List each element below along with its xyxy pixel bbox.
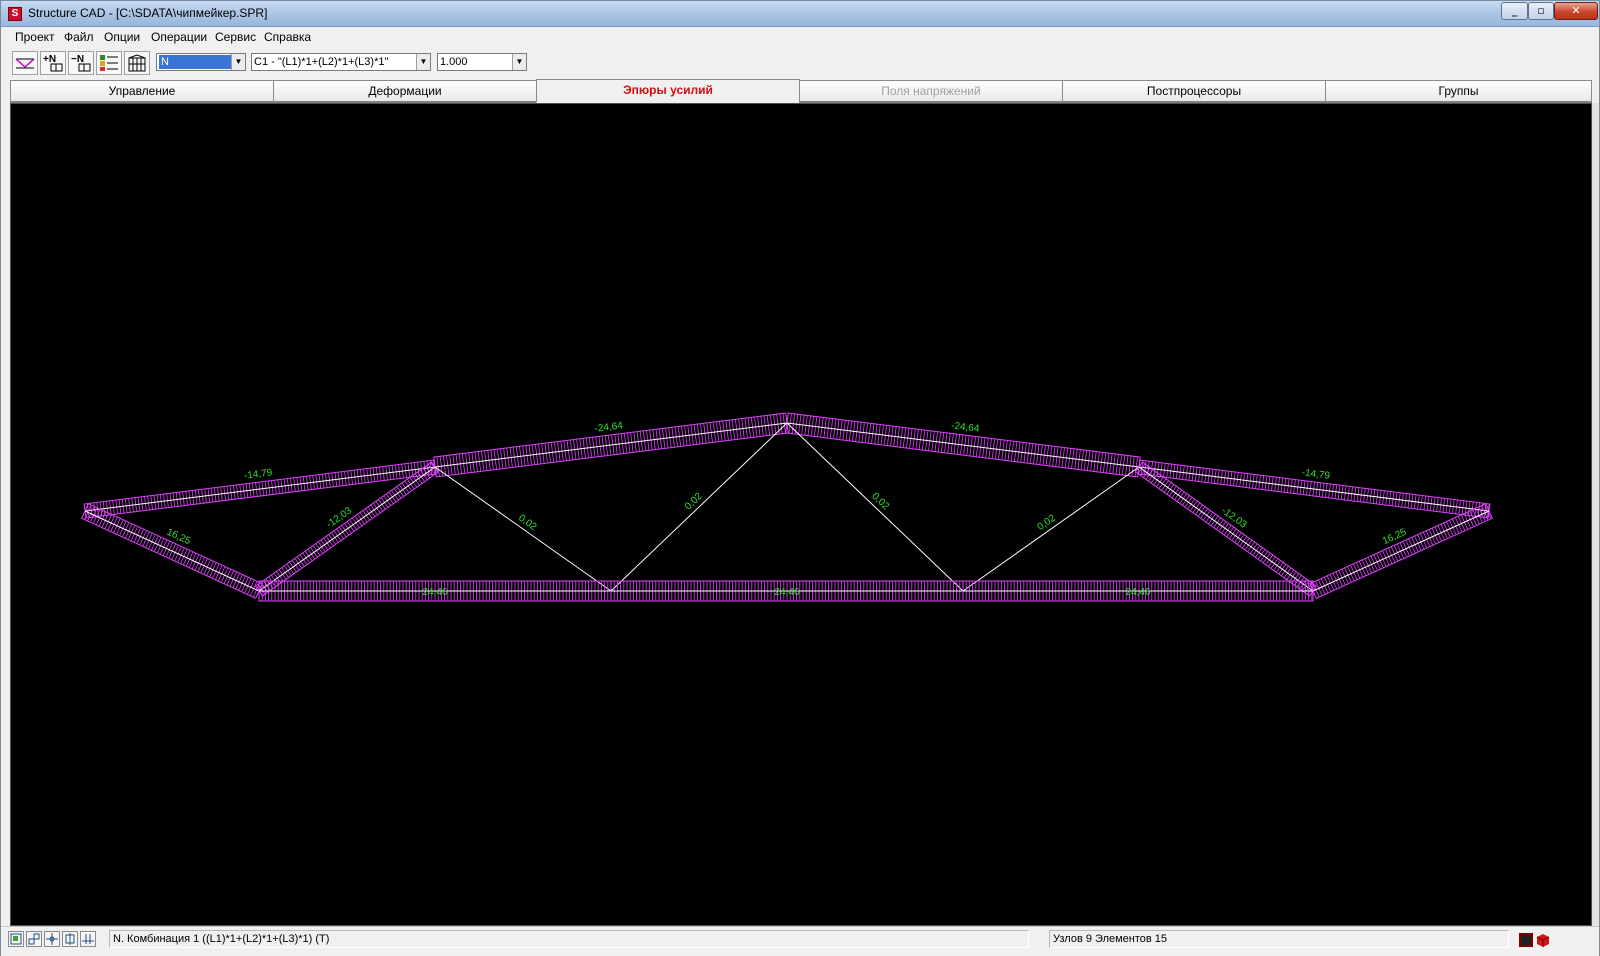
force-value-label: 0,02 [516, 513, 539, 533]
zoom-fit-icon [28, 933, 40, 945]
node-button[interactable] [80, 931, 96, 947]
element-axis [610, 422, 788, 592]
zoom-window-icon [10, 933, 22, 945]
render-mode-icon [1519, 933, 1550, 947]
epure-icon [15, 58, 35, 69]
vertical-scrollbar[interactable] [1592, 103, 1599, 926]
menu-bar: Проект Файл Опции Операции Сервис Справк… [1, 27, 1599, 47]
table-button[interactable] [96, 51, 122, 75]
truss-element[interactable]: 24,46 [610, 580, 964, 602]
truss-element[interactable]: 16,25 [80, 503, 264, 599]
zoom-fit-button[interactable] [26, 931, 42, 947]
element-axis [434, 466, 612, 592]
element-axis [786, 422, 964, 592]
tab-deformations[interactable]: Деформации [273, 80, 537, 103]
pan-icon [46, 933, 58, 945]
force-value-label: 24,46 [422, 587, 447, 598]
app-window: S Structure CAD - [C:\SDATA\чипмейкер.SP… [0, 0, 1600, 956]
drawing-canvas[interactable]: -14,79 -24,64 -24,64 -14,79 16,25 -12,03 0,02 0… [10, 103, 1592, 926]
truss-element[interactable]: 0,02 [962, 466, 1140, 592]
tab-postprocessors[interactable]: Постпроцессоры [1062, 80, 1326, 103]
scale-select-value: 1.000 [440, 56, 468, 68]
scale-select[interactable]: 1.000 ▼ [437, 53, 527, 71]
element-axis [962, 466, 1140, 592]
tab-force-diagrams[interactable]: Эпюры усилий [536, 79, 800, 103]
add-node-icon: +N [43, 54, 63, 72]
grid-button[interactable] [124, 51, 150, 75]
svg-text:−N: −N [71, 54, 84, 65]
truss-element[interactable]: 24,46 [962, 580, 1314, 602]
status-bar: N. Комбинация 1 ((L1)*1+(L2)*1+(L3)*1) (… [1, 926, 1599, 956]
element-axis [1312, 510, 1490, 592]
force-value-label: 24,46 [1125, 587, 1150, 598]
force-select-value: N [159, 55, 231, 69]
truss-element[interactable]: 0,02 [786, 422, 964, 592]
truss-element[interactable]: 0,02 [434, 466, 612, 592]
truss-element[interactable]: 0,02 [610, 422, 788, 592]
select-icon [65, 933, 75, 945]
node-icon [82, 934, 94, 944]
menu-file[interactable]: Файл [64, 30, 94, 44]
truss-diagram[interactable]: -14,79-24,64 -24,64-14,7916,25-12,03 0,020… [11, 104, 1591, 925]
add-node-button[interactable]: +N [40, 51, 66, 75]
status-counts: Узлов 9 Элементов 15 [1049, 930, 1509, 948]
truss-element[interactable]: -14,79 [83, 459, 437, 519]
remove-node-icon: −N [71, 54, 91, 72]
truss-element[interactable]: -24,64 [785, 412, 1141, 478]
menu-options[interactable]: Опции [104, 30, 140, 44]
maximize-button[interactable]: ▫ [1528, 2, 1554, 20]
menu-service[interactable]: Сервис [215, 30, 256, 44]
grid-icon [128, 54, 146, 72]
app-icon[interactable]: S [8, 7, 22, 21]
force-value-label: 0,02 [683, 491, 705, 513]
toolbar: +N −N N ▼ C1 - "(L1)*1+(L2)*1+(L3)*1" ▼ … [1, 47, 1599, 79]
truss-element[interactable]: 24,46 [258, 580, 612, 602]
truss-element[interactable]: -12,03 [1134, 461, 1318, 597]
element-axis [84, 510, 260, 592]
close-button[interactable]: ✕ [1554, 2, 1598, 20]
restore-icon: ▫ [1537, 4, 1545, 17]
combination-select[interactable]: C1 - "(L1)*1+(L2)*1+(L3)*1" ▼ [251, 53, 431, 71]
force-value-label: 24,46 [774, 587, 799, 598]
force-value-label: -24,64 [950, 420, 980, 434]
minimize-button[interactable]: _ [1501, 2, 1528, 20]
truss-element[interactable]: -12,03 [254, 461, 440, 597]
menu-project[interactable]: Проект [15, 30, 55, 44]
tab-groups[interactable]: Группы [1325, 80, 1592, 103]
chevron-down-icon[interactable]: ▼ [416, 54, 430, 70]
zoom-window-button[interactable] [8, 931, 24, 947]
chevron-down-icon[interactable]: ▼ [231, 54, 245, 70]
remove-node-button[interactable]: −N [68, 51, 94, 75]
force-value-label: -14,79 [1301, 467, 1331, 482]
force-value-label: 0,02 [1036, 513, 1059, 533]
truss-element[interactable]: 16,25 [1309, 503, 1493, 599]
select-button[interactable] [62, 931, 78, 947]
svg-text:+N: +N [43, 54, 56, 65]
close-icon: ✕ [1571, 4, 1581, 17]
menu-help[interactable]: Справка [264, 30, 311, 44]
status-indicators [1519, 933, 1555, 950]
force-value-label: -24,64 [594, 420, 624, 434]
combination-select-value: C1 - "(L1)*1+(L2)*1+(L3)*1" [254, 56, 389, 68]
chevron-down-icon[interactable]: ▼ [512, 54, 526, 70]
menu-operations[interactable]: Операции [151, 30, 207, 44]
window-title: Structure CAD - [C:\SDATA\чипмейкер.SPR] [28, 6, 268, 20]
table-icon [100, 55, 118, 71]
epure-button[interactable] [12, 51, 38, 75]
force-select[interactable]: N ▼ [156, 53, 246, 71]
tab-strip: Управление Деформации Эпюры усилий Поля … [10, 79, 1592, 103]
tab-stress-fields: Поля напряжений [799, 80, 1063, 103]
minimize-icon: _ [1511, 4, 1518, 17]
force-value-label: -14,79 [243, 467, 273, 482]
title-bar[interactable]: S Structure CAD - [C:\SDATA\чипмейкер.SP… [1, 1, 1599, 27]
pan-button[interactable] [44, 931, 60, 947]
status-combination: N. Комбинация 1 ((L1)*1+(L2)*1+(L3)*1) (… [109, 930, 1029, 948]
force-value-label: 0,02 [869, 491, 891, 513]
truss-element[interactable]: -24,64 [433, 412, 789, 478]
tab-control[interactable]: Управление [10, 80, 274, 103]
force-value-label: 16,25 [165, 527, 193, 548]
